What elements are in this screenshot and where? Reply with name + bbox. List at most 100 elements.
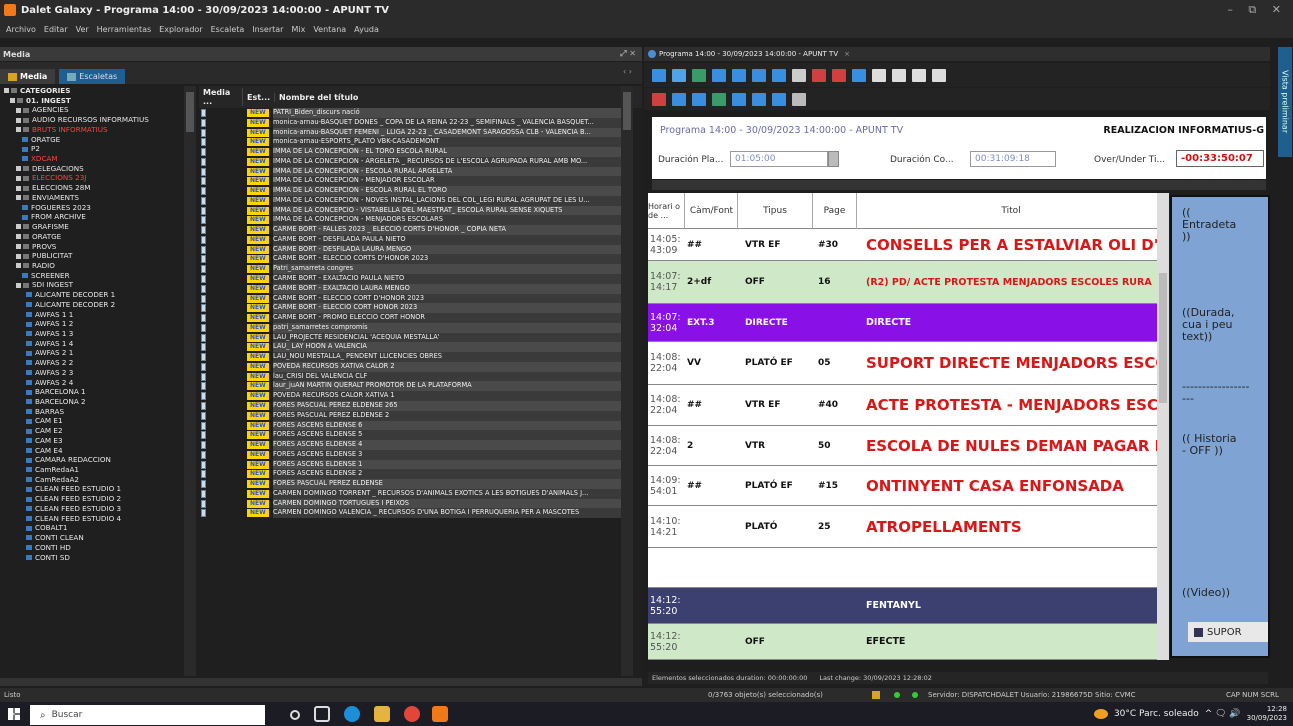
tree-node[interactable]: CLEAN FEED ESTUDIO 2 [0,494,197,504]
tree-scrollbar[interactable] [184,86,196,676]
rundown-scrollbar[interactable] [1157,193,1169,660]
rundown-row[interactable] [648,548,1165,588]
expand-icon[interactable] [16,282,21,288]
table-row[interactable]: NEW CARME BORT - DESFILADA PAULA NIETO [199,234,642,245]
tree-node[interactable]: BARCELONA 2 [0,397,197,407]
table-row[interactable]: NEW Patri_samarreta congres [199,264,642,275]
expand-icon[interactable] [16,253,21,259]
tree-node[interactable]: CAM E1 [0,416,197,426]
toolbar-button-icon[interactable] [692,68,706,82]
expand-icon[interactable] [16,234,21,240]
panel-controls[interactable]: ⤢ ✕ [620,49,636,59]
table-row[interactable]: NEW CARME BORT - DESFILADA LAURA MENGO [199,244,642,255]
table-row[interactable]: NEW IMMA DE LA CONCEPCION - MENJADORS ESC… [199,215,642,226]
chrome-icon[interactable] [404,706,420,722]
over-under-field[interactable]: -00:33:50:07 [1176,150,1264,167]
toolbar-button-icon[interactable] [772,68,786,82]
table-row[interactable]: NEW CARMEN DOMINGO TORRENT _ RECURSOS D'A… [199,488,642,499]
tab-escaletas[interactable]: Escaletas [59,69,126,84]
table-row[interactable]: NEW IMMA DE LA CONCEPCION - ESCOLA RURAL … [199,166,642,177]
col-tipus[interactable]: Tipus [738,193,813,229]
toolbar-button-icon[interactable] [792,92,806,106]
tree-node[interactable]: AWFAS 2 4 [0,378,197,388]
tree-node[interactable]: CLEAN FEED ESTUDIO 1 [0,484,197,494]
tree-node[interactable]: ORATGE [0,232,197,242]
table-row[interactable]: NEW FORÉS ASCENS ELDENSE 3 [199,449,642,460]
media-hscrollbar[interactable] [0,678,642,686]
tab-media[interactable]: Media [0,69,56,84]
info-hscrollbar[interactable] [652,180,1266,190]
taskbar-search[interactable]: ⌕ Buscar [30,705,265,725]
menu-item[interactable]: Herramientas [97,25,152,34]
toolbar-button-icon[interactable] [752,68,766,82]
toolbar-button-icon[interactable] [712,68,726,82]
window-controls[interactable]: – ⧉ ✕ [1227,3,1287,17]
tree-node[interactable]: AWFAS 2 3 [0,368,197,378]
tree-node[interactable]: FOGUERES 2023 [0,203,197,213]
rundown-row[interactable]: 14:12: 55:20 OFF EFECTE [648,624,1165,660]
tree-node[interactable]: SDI INGEST [0,280,197,290]
weather-text[interactable]: 30°C Parc. soleado [1114,709,1199,719]
tree-node[interactable]: CLEAN FEED ESTUDIO 3 [0,504,197,514]
table-row[interactable]: NEW LAU_ LAY HOON A VALENCIA [199,342,642,353]
close-icon[interactable]: × [844,50,850,58]
expand-icon[interactable] [16,195,21,201]
tree-node[interactable]: CAM E4 [0,446,197,456]
col-horari[interactable]: Horari o de ... [648,193,685,229]
table-row[interactable]: NEW patri_samarretes compromís [199,322,642,333]
duration-planned-field[interactable]: 01:05:00 [730,151,828,167]
toolbar-button-icon[interactable] [692,92,706,106]
table-row[interactable]: NEW CARME BORT - FALLES 2023 _ ELECCIÓ CO… [199,225,642,235]
table-row[interactable]: NEW POVEDA RECURSOS CALOR XÀTIVA 1 [199,391,642,401]
tree-node[interactable]: AWFAS 2 2 [0,358,197,368]
rundown-scroll-thumb[interactable] [1159,273,1167,403]
tree-node[interactable]: 01. INGEST [0,96,197,106]
col-status[interactable]: Est... [243,92,275,102]
menu-item[interactable]: Editar [44,25,68,34]
tree-node[interactable]: XDCAM [0,154,197,164]
table-row[interactable]: NEW IMMA DE LA CONCEPCION - NOVES INSTAL_… [199,195,642,206]
tree-node[interactable]: ELECCIONS 23J [0,173,197,183]
table-row[interactable]: NEW FORÉS ASCENS ELDENSE 6 [199,420,642,431]
rundown-row[interactable]: 14:08: 22:04 2 VTR 50 ESCOLA DE NULES DEMAN … [648,426,1165,466]
toolbar-button-icon[interactable] [752,92,766,106]
tree-node[interactable]: AWFAS 1 1 [0,310,197,320]
tree-node[interactable]: CONTI SD [0,553,197,563]
toolbar-button-icon[interactable] [732,68,746,82]
tree-node[interactable]: CAMARA REDACCION [0,455,197,465]
table-row[interactable]: NEW CARME BORT - PROMO ELECCIO CORT HONOR [199,313,642,323]
tree-node[interactable]: P2 [0,144,197,154]
tree-node[interactable]: CLEAN FEED ESTUDIO 4 [0,514,197,524]
tree-node[interactable]: AWFAS 2 1 [0,348,197,358]
table-row[interactable]: NEW LAU_PROJECTE RESIDENCIAL 'ACEQUIA MES… [199,332,642,343]
tree-scroll-thumb[interactable] [186,92,194,132]
expand-icon[interactable] [16,224,21,230]
tree-node[interactable]: CAM E2 [0,426,197,436]
tree-node[interactable]: CamRedaA1 [0,465,197,475]
toolbar-button-icon[interactable] [892,68,906,82]
toolbar-button-icon[interactable] [772,92,786,106]
tree-node[interactable]: SCREENER [0,271,197,281]
clock[interactable]: 12:28 30/09/2023 [1247,705,1287,723]
tree-node[interactable]: ALICANTE DECODER 1 [0,290,197,300]
table-row[interactable]: NEW monica-arnau-BASQUET FEMENI _ LLIGA 2… [199,127,642,138]
col-title[interactable]: Nombre del título [275,93,575,102]
vista-previa-tab[interactable]: Vista preliminar [1278,47,1292,157]
table-row[interactable]: NEW PATRI_Biden_discurs nació [199,108,642,118]
tree-node[interactable]: PROVS [0,242,197,252]
tree-node[interactable]: AWFAS 1 3 [0,329,197,339]
tree-node[interactable]: ORATGE [0,135,197,145]
tree-node[interactable]: CAM E3 [0,436,197,446]
menu-item[interactable]: Archivo [6,25,36,34]
table-row[interactable]: NEW laur_juAN MARTIN QUERALT PROMOTOR DE … [199,381,642,392]
toolbar-button-icon[interactable] [732,92,746,106]
table-row[interactable]: NEW IMMA DE LA CONCEPCION - EL TORO ESCOL… [199,147,642,157]
expand-icon[interactable] [10,98,15,104]
toolbar-button-icon[interactable] [832,68,846,82]
expand-icon[interactable] [16,127,21,133]
tree-node[interactable]: BARCELONA 1 [0,387,197,397]
menu-item[interactable]: Ayuda [354,25,379,34]
col-cam[interactable]: Càm/Font [686,193,738,229]
edge-icon[interactable] [344,706,360,722]
toolbar-button-icon[interactable] [652,92,666,106]
